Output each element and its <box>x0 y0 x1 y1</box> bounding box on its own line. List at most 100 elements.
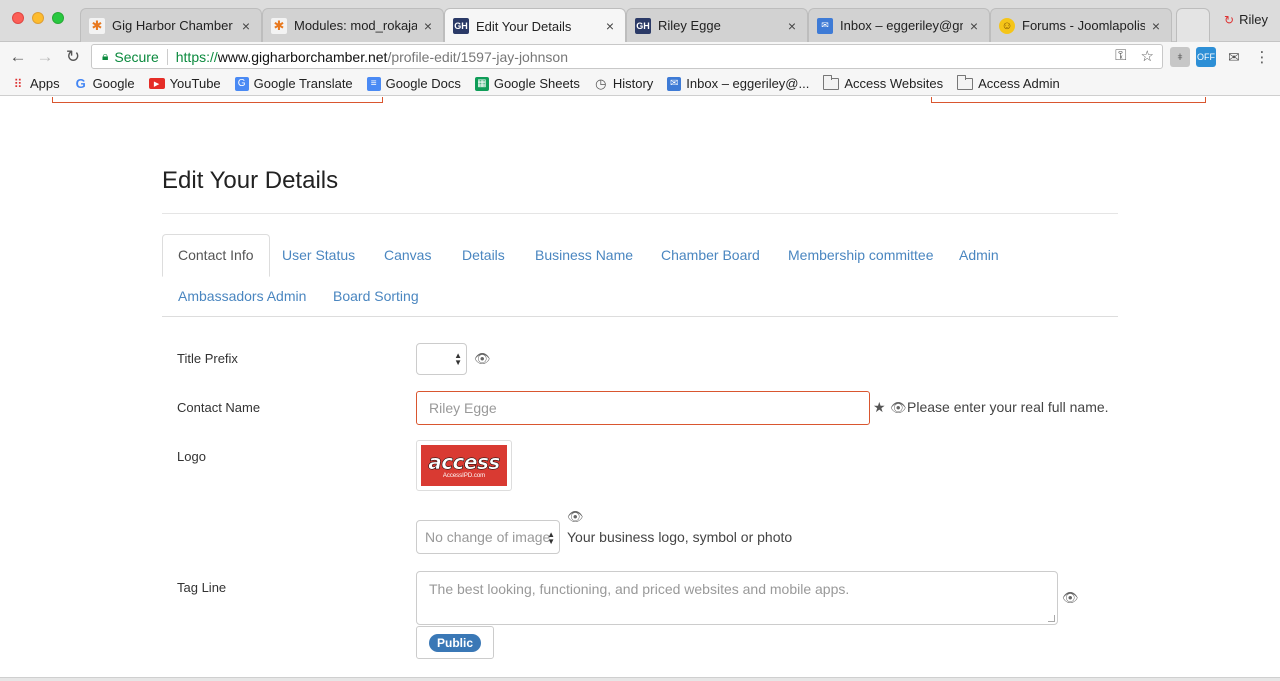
select-arrows-icon: ▲ ▼ <box>454 351 462 367</box>
omnibox-separator <box>166 48 168 65</box>
close-tab-icon[interactable]: × <box>239 18 253 34</box>
tab-title: Edit Your Details <box>476 18 572 34</box>
logo-subtext: AccessIPD.com <box>442 473 486 479</box>
bookmark-google-sheets[interactable]: ▦ Google Sheets <box>474 76 580 91</box>
tab-title: Gig Harbor Chamber o <box>112 18 235 33</box>
logo-label: Logo <box>177 449 206 464</box>
logo-help: Your business logo, symbol or photo <box>567 529 793 545</box>
tab-ambassadors-admin[interactable]: Ambassadors Admin <box>178 288 306 304</box>
tab-details[interactable]: Details <box>462 247 505 263</box>
bookmark-label: Google Docs <box>385 76 461 91</box>
bookmark-star-icon[interactable]: ☆ <box>1141 47 1154 65</box>
header-box-left <box>52 97 383 103</box>
tab-business-name[interactable]: Business Name <box>535 247 633 263</box>
bookmark-google-docs[interactable]: ≡ Google Docs <box>366 76 461 91</box>
browser-tab-5[interactable]: ✉ Inbox – eggeriley@gm × <box>808 8 990 42</box>
bookmark-history[interactable]: ◷ History <box>594 75 654 92</box>
bookmark-label: Access Websites <box>844 76 944 91</box>
contact-name-label: Contact Name <box>177 400 261 415</box>
browser-tab-2[interactable]: ✱ Modules: mod_rokajax × <box>262 8 444 42</box>
title-prefix-select[interactable]: ▲ ▼ <box>416 343 467 375</box>
menu-icon[interactable]: ⋮ <box>1252 47 1272 67</box>
tag-line-textarea[interactable]: The best looking, functioning, and price… <box>416 571 1058 625</box>
visibility-eye-icon[interactable]: 👁︎ <box>474 351 491 367</box>
lock-icon: 🔒︎ <box>102 49 109 63</box>
profile-name: Riley <box>1239 12 1268 27</box>
bookmark-google[interactable]: G Google <box>74 76 135 91</box>
required-star-icon: ★ <box>873 399 886 415</box>
bookmark-label: History <box>612 76 654 91</box>
bottom-scroll-edge <box>0 677 1280 681</box>
close-tab-icon[interactable]: × <box>1149 18 1163 34</box>
inbox-extension-icon[interactable]: ✉ <box>1224 47 1244 67</box>
browser-toolbar: ← → ↻ 🔒︎ Secure https://www.gigharborcha… <box>0 42 1280 72</box>
address-bar[interactable]: 🔒︎ Secure https://www.gigharborchamber.n… <box>91 44 1163 69</box>
folder-icon <box>823 74 840 90</box>
key-icon[interactable]: ⚿ <box>1115 47 1126 65</box>
visibility-eye-icon[interactable]: 👁︎ <box>567 509 584 525</box>
minimize-window-button[interactable] <box>32 12 44 24</box>
bookmark-label: Access Admin <box>978 76 1060 91</box>
new-tab-button[interactable] <box>1176 8 1210 42</box>
tab-title: Riley Egge <box>658 18 721 33</box>
back-button[interactable]: ← <box>7 46 29 68</box>
tab-user-status[interactable]: User Status <box>282 247 355 263</box>
tab-contact-info[interactable]: Contact Info <box>162 234 270 277</box>
contact-name-help: Please enter your real full name. <box>907 399 1109 415</box>
forward-button[interactable]: → <box>34 46 56 68</box>
tab-board-sorting[interactable]: Board Sorting <box>333 288 419 304</box>
bookmark-folder-access-websites[interactable]: Access Websites <box>823 74 944 91</box>
close-tab-icon[interactable]: × <box>785 18 799 34</box>
joomla-icon: ✱ <box>89 17 105 34</box>
title-divider <box>162 213 1118 214</box>
google-icon: G <box>75 76 86 91</box>
close-tab-icon[interactable]: × <box>603 18 617 34</box>
reload-button[interactable]: ↻ <box>62 46 84 68</box>
resize-handle-icon[interactable] <box>1048 615 1055 622</box>
docs-icon: ≡ <box>366 76 381 91</box>
browser-tab-4[interactable]: GH Riley Egge × <box>626 8 808 42</box>
image-change-select[interactable]: No change of image ▲ ▼ <box>416 520 560 554</box>
close-tab-icon[interactable]: × <box>967 18 981 34</box>
tab-title: Inbox – eggeriley@gm <box>840 18 963 33</box>
public-badge: Public <box>429 634 482 652</box>
bookmark-google-translate[interactable]: G Google Translate <box>234 76 353 91</box>
bookmark-label: Apps <box>30 76 60 91</box>
browser-tab-3[interactable]: GH Edit Your Details × <box>444 8 626 43</box>
history-icon: ◷ <box>595 75 607 91</box>
close-tab-icon[interactable]: × <box>421 18 435 34</box>
tab-chamber-board[interactable]: Chamber Board <box>661 247 760 263</box>
extension-off-icon[interactable]: OFF <box>1196 47 1216 67</box>
bookmarks-bar: ⠿ Apps G Google ▶ YouTube G Google Trans… <box>0 72 1280 96</box>
tab-canvas[interactable]: Canvas <box>384 247 431 263</box>
maximize-window-button[interactable] <box>52 12 64 24</box>
extension-icon[interactable]: ǂ <box>1170 47 1190 67</box>
visibility-eye-icon[interactable]: 👁︎ <box>1062 590 1079 606</box>
bookmark-apps[interactable]: ⠿ Apps <box>11 76 60 91</box>
visibility-eye-icon[interactable]: 👁︎ <box>890 400 907 416</box>
url-path: /profile-edit/1597-jay-johnson <box>387 48 568 65</box>
bookmark-folder-access-admin[interactable]: Access Admin <box>957 74 1060 91</box>
url-scheme: https:// <box>175 48 218 65</box>
logo-thumbnail: access AccessIPD.com <box>416 440 512 491</box>
contact-name-input[interactable]: Riley Egge <box>416 391 870 425</box>
bookmark-inbox[interactable]: ✉ Inbox – eggeriley@... <box>667 76 809 91</box>
bookmark-label: Google Sheets <box>493 76 580 91</box>
page-title: Edit Your Details <box>162 167 339 194</box>
tabs-divider <box>162 316 1118 317</box>
youtube-icon: ▶ <box>148 78 165 89</box>
tab-admin[interactable]: Admin <box>959 247 999 263</box>
tab-title: Modules: mod_rokajax <box>294 18 417 33</box>
browser-tab-6[interactable]: ☺ Forums - Joomlapolis × <box>990 8 1172 42</box>
profile-button[interactable]: ↻ Riley <box>1224 12 1268 27</box>
bookmark-label: Google <box>92 76 135 91</box>
close-window-button[interactable] <box>12 12 24 24</box>
bookmark-youtube[interactable]: ▶ YouTube <box>148 76 221 91</box>
browser-tab-1[interactable]: ✱ Gig Harbor Chamber o × <box>80 8 262 42</box>
bookmark-label: Inbox – eggeriley@... <box>686 76 810 91</box>
tab-membership-committee[interactable]: Membership committee <box>788 247 934 263</box>
privacy-toggle[interactable]: Public <box>416 626 494 659</box>
apps-grid-icon: ⠿ <box>13 76 23 91</box>
logo-wordmark: access <box>428 450 501 474</box>
access-logo-image: access AccessIPD.com <box>421 445 507 486</box>
